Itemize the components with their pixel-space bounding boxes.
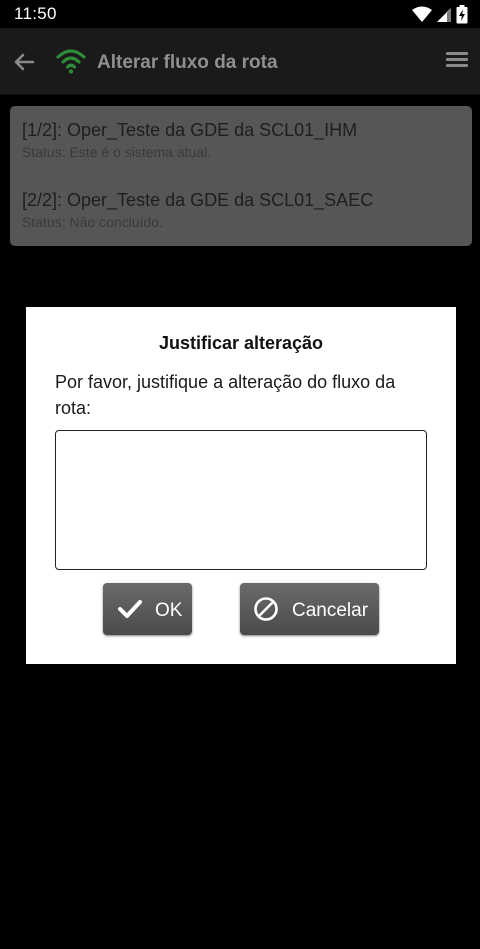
dialog-title: Justificar alteração bbox=[158, 333, 324, 353]
status-icons bbox=[412, 5, 468, 24]
route-item-title: [2/2]: Oper_Teste da GDE da SCL01_SAEC bbox=[22, 190, 374, 210]
screen: 11:50 Alterar fluxo da rota [1/2]: Oper_… bbox=[0, 0, 480, 949]
arrow-left-icon bbox=[14, 53, 35, 71]
justification-dialog: Justificar alteração Por favor, justifiq… bbox=[26, 307, 456, 664]
route-item-title: [1/2]: Oper_Teste da GDE da SCL01_IHM bbox=[22, 120, 358, 140]
check-icon bbox=[118, 600, 142, 618]
route-flow-list: [1/2]: Oper_Teste da GDE da SCL01_IHM St… bbox=[10, 106, 472, 246]
signal-icon bbox=[437, 8, 451, 22]
wifi-icon bbox=[412, 6, 432, 22]
prohibited-icon bbox=[254, 597, 278, 621]
app-bar: Alterar fluxo da rota bbox=[0, 28, 480, 95]
route-item-status: Status: Não concluído. bbox=[22, 214, 163, 230]
status-bar: 11:50 bbox=[0, 0, 480, 28]
justification-input[interactable] bbox=[55, 430, 427, 570]
menu-button[interactable] bbox=[444, 49, 470, 73]
connection-wifi-icon bbox=[56, 49, 86, 74]
cancel-button[interactable]: Cancelar bbox=[240, 583, 379, 635]
route-item-2[interactable]: [2/2]: Oper_Teste da GDE da SCL01_SAEC S… bbox=[22, 190, 373, 230]
battery-icon bbox=[456, 5, 468, 24]
route-item-status: Status: Este é o sistema atual. bbox=[22, 144, 212, 160]
hamburger-menu-icon bbox=[446, 52, 468, 55]
cancel-button-label: Cancelar bbox=[292, 600, 369, 621]
route-item-1[interactable]: [1/2]: Oper_Teste da GDE da SCL01_IHM St… bbox=[22, 120, 357, 160]
dialog-message: Por favor, justifique a alteração do flu… bbox=[55, 372, 396, 418]
ok-button-label: OK bbox=[155, 600, 183, 621]
ok-button[interactable]: OK bbox=[103, 583, 192, 635]
page-title: Alterar fluxo da rota bbox=[97, 52, 278, 73]
status-time: 11:50 bbox=[14, 4, 57, 23]
back-button[interactable] bbox=[10, 48, 38, 76]
